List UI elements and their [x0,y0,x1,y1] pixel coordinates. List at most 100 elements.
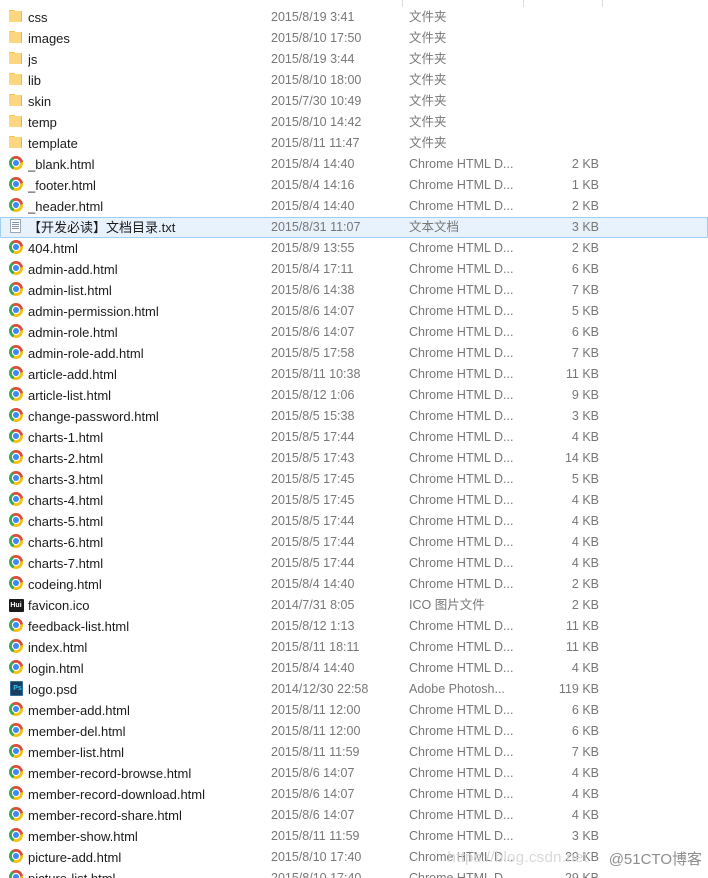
table-row[interactable]: picture-add.html 2015/8/10 17:40 Chrome HT… [0,847,708,868]
table-row[interactable]: article-add.html 2015/8/11 10:38 Chrome HT… [0,364,708,385]
file-type: Chrome HTML D... [409,430,514,444]
file-size: 2 KB [571,241,599,255]
file-size [521,50,599,69]
date-modified: 2015/8/11 11:59 [271,745,360,759]
table-row[interactable]: admin-role-add.html 2015/8/5 17:58 Chrome … [0,343,708,364]
table-row[interactable]: charts-2.html 2015/8/5 17:43 Chrome HTML D… [0,448,708,469]
date-modified: 2015/8/6 14:07 [271,304,355,318]
chrome-html-icon [8,260,24,276]
chrome-html-icon [8,764,24,780]
table-row[interactable]: feedback-list.html 2015/8/12 1:13 Chrome H… [0,616,708,637]
table-row[interactable]: article-list.html 2015/8/12 1:06 Chrome HT… [0,385,708,406]
table-row[interactable]: images 2015/8/10 17:50 文件夹 [0,28,708,49]
chrome-html-icon [8,785,24,801]
table-row[interactable]: charts-7.html 2015/8/5 17:44 Chrome HTML D… [0,553,708,574]
table-row[interactable]: codeing.html 2015/8/4 14:40 Chrome HTML D.… [0,574,708,595]
file-icon-cell [6,428,26,447]
date-modified: 2015/8/12 1:13 [271,619,355,633]
file-type: Chrome HTML D... [409,619,514,633]
table-row[interactable]: _blank.html 2015/8/4 14:40 Chrome HTML D..… [0,154,708,175]
table-row[interactable]: login.html 2015/8/4 14:40 Chrome HTML D...… [0,658,708,679]
table-row[interactable]: skin 2015/7/30 10:49 文件夹 [0,91,708,112]
table-row[interactable]: charts-5.html 2015/8/5 17:44 Chrome HTML D… [0,511,708,532]
chrome-html-icon [8,512,24,528]
folder-icon [8,29,24,45]
file-list[interactable]: css 2015/8/19 3:41 文件夹 images 2015/8/10 17:5… [0,7,708,878]
table-row[interactable]: css 2015/8/19 3:41 文件夹 [0,7,708,28]
file-type: Chrome HTML D... [409,493,514,507]
table-row-selected[interactable]: 【开发必读】文档目录.txt 2015/8/31 11:07 文本文档 3 KB [0,217,708,238]
table-row[interactable]: template 2015/8/11 11:47 文件夹 [0,133,708,154]
file-icon-cell [6,575,26,594]
table-row[interactable]: admin-permission.html 2015/8/6 14:07 Chrom… [0,301,708,322]
date-modified: 2015/8/11 12:00 [271,703,361,717]
file-name: login.html [28,661,84,676]
table-row[interactable]: member-add.html 2015/8/11 12:00 Chrome HTM… [0,700,708,721]
file-icon-cell [6,386,26,405]
chrome-html-icon [8,848,24,864]
file-type: 文件夹 [409,94,447,108]
file-size: 11 KB [565,640,599,654]
chrome-html-icon [8,827,24,843]
table-row[interactable]: member-list.html 2015/8/11 11:59 Chrome HT… [0,742,708,763]
chrome-html-icon [8,470,24,486]
file-size: 7 KB [571,745,599,759]
date-modified: 2015/8/11 11:47 [271,136,360,150]
file-type: Chrome HTML D... [409,514,514,528]
file-size [521,134,599,153]
table-row[interactable]: logo.psd 2014/12/30 22:58 Adobe Photosh...… [0,679,708,700]
table-row[interactable]: admin-role.html 2015/8/6 14:07 Chrome HTML… [0,322,708,343]
table-row[interactable]: index.html 2015/8/11 18:11 Chrome HTML D..… [0,637,708,658]
column-separator-2[interactable] [602,0,603,7]
file-icon-cell [6,176,26,195]
date-modified: 2015/8/5 17:45 [271,472,355,486]
file-icon-cell [6,743,26,762]
table-row[interactable]: member-record-download.html 2015/8/6 14:0… [0,784,708,805]
table-row[interactable]: admin-add.html 2015/8/4 17:11 Chrome HTML … [0,259,708,280]
file-icon-cell [6,134,26,153]
table-row[interactable]: favicon.ico 2014/7/31 8:05 ICO 图片文件 2 KB [0,595,708,616]
file-size: 4 KB [571,808,599,822]
file-icon-cell [6,680,26,699]
table-row[interactable]: member-record-browse.html 2015/8/6 14:07 C… [0,763,708,784]
file-size: 6 KB [571,262,599,276]
date-modified: 2015/8/4 17:11 [271,262,354,276]
date-modified: 2015/8/10 17:40 [271,850,362,864]
table-row[interactable]: member-show.html 2015/8/11 11:59 Chrome HT… [0,826,708,847]
table-row[interactable]: charts-6.html 2015/8/5 17:44 Chrome HTML D… [0,532,708,553]
table-row[interactable]: admin-list.html 2015/8/6 14:38 Chrome HTML… [0,280,708,301]
file-icon-cell [6,218,26,237]
table-row[interactable]: lib 2015/8/10 18:00 文件夹 [0,70,708,91]
file-type: 文件夹 [409,73,447,87]
table-row[interactable]: 404.html 2015/8/9 13:55 Chrome HTML D... 2 … [0,238,708,259]
column-separator-1[interactable] [523,0,524,7]
table-row[interactable]: temp 2015/8/10 14:42 文件夹 [0,112,708,133]
table-row[interactable]: _header.html 2015/8/4 14:40 Chrome HTML D.… [0,196,708,217]
file-icon-cell [6,827,26,846]
file-icon-cell [6,638,26,657]
table-row[interactable]: js 2015/8/19 3:44 文件夹 [0,49,708,70]
table-row[interactable]: member-record-share.html 2015/8/6 14:07 Ch… [0,805,708,826]
file-name: feedback-list.html [28,619,130,634]
chrome-html-icon [8,575,24,591]
table-row[interactable]: charts-3.html 2015/8/5 17:45 Chrome HTML D… [0,469,708,490]
table-row[interactable]: charts-1.html 2015/8/5 17:44 Chrome HTML D… [0,427,708,448]
column-header-separators [0,0,708,7]
file-size [521,113,599,132]
date-modified: 2015/7/30 10:49 [271,94,362,108]
date-modified: 2015/8/19 3:41 [271,10,355,24]
date-modified: 2015/8/5 17:45 [271,493,355,507]
file-type: Chrome HTML D... [409,703,514,717]
date-modified: 2015/8/10 17:50 [271,31,362,45]
folder-icon [8,8,24,24]
table-row[interactable]: change-password.html 2015/8/5 15:38 Chrome… [0,406,708,427]
file-type: Chrome HTML D... [409,283,514,297]
date-modified: 2015/8/31 11:07 [271,220,361,234]
table-row[interactable]: charts-4.html 2015/8/5 17:45 Chrome HTML D… [0,490,708,511]
file-name: charts-4.html [28,493,104,508]
table-row[interactable]: _footer.html 2015/8/4 14:16 Chrome HTML D.… [0,175,708,196]
column-separator-0[interactable] [402,0,403,7]
table-row[interactable]: picture-list.html2015/8/10 17:40 Chrome H… [0,868,708,878]
table-row[interactable]: member-del.html 2015/8/11 12:00 Chrome HTM… [0,721,708,742]
file-name: index.html [28,640,88,655]
